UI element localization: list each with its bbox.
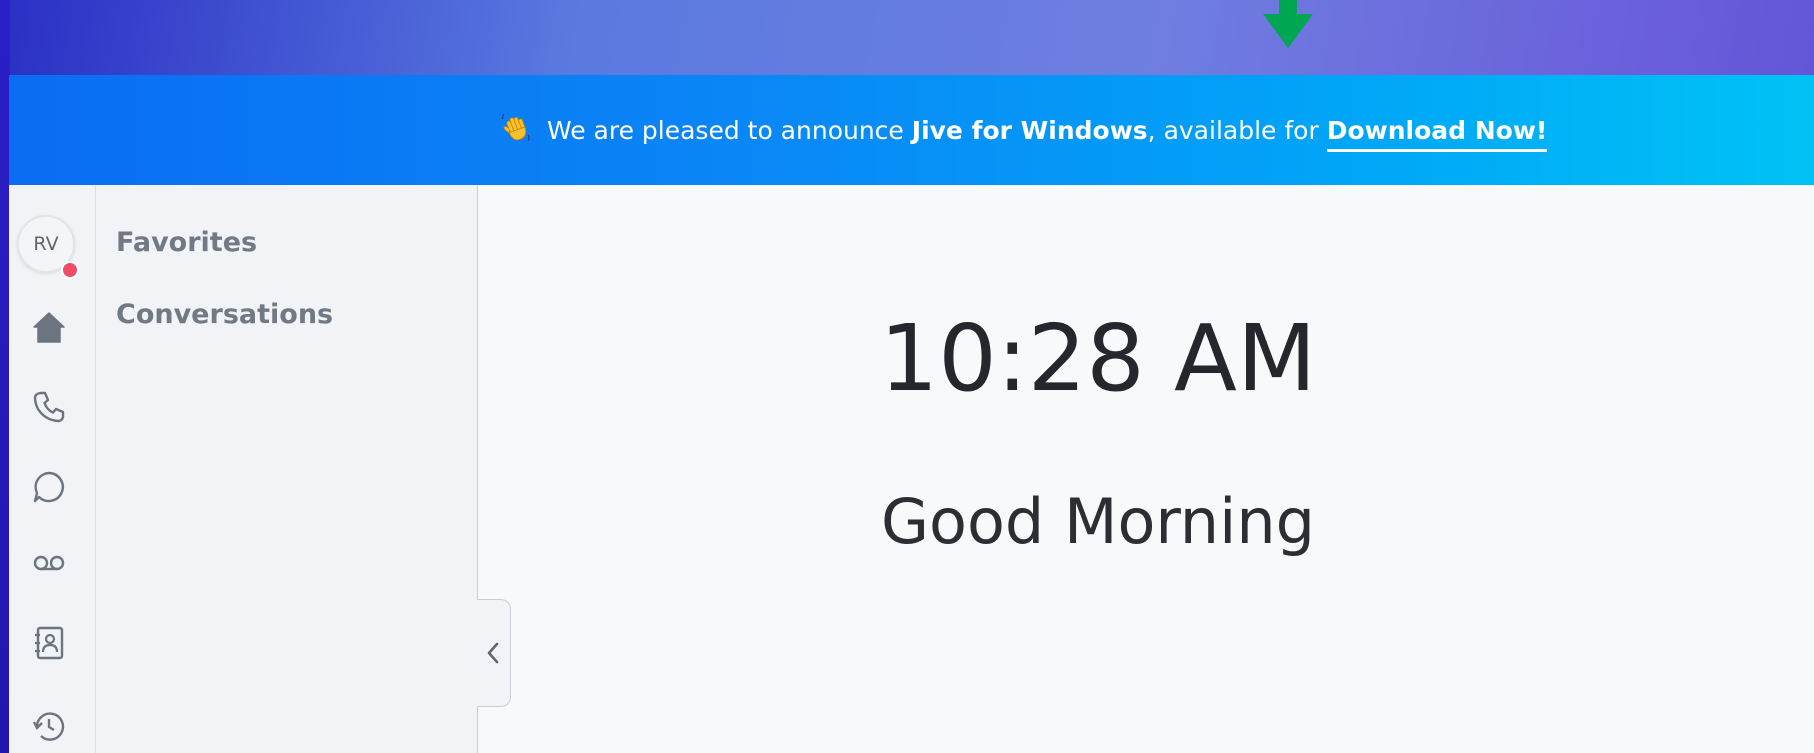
home-icon[interactable]: [31, 309, 67, 345]
panel-item-conversations[interactable]: Conversations: [116, 299, 333, 330]
product-name: Jive for Windows: [911, 116, 1148, 145]
jive-app-window: We are pleased to announce Jive for Wind…: [9, 75, 1814, 753]
clock-time: 10:28 AM: [879, 305, 1317, 412]
chevron-left-icon: [487, 642, 499, 664]
side-panel: Favorites Conversations: [96, 185, 478, 753]
desktop-background: We are pleased to announce Jive for Wind…: [0, 0, 1814, 753]
annotation-arrow-icon: [1263, 0, 1313, 48]
contacts-icon[interactable]: [31, 625, 67, 661]
download-now-link[interactable]: Download Now!: [1326, 116, 1548, 152]
waving-hand-icon: [501, 113, 533, 152]
collapse-panel-button[interactable]: [477, 599, 511, 707]
announcement-text: We are pleased to announce Jive for Wind…: [501, 113, 1548, 152]
panel-item-favorites[interactable]: Favorites: [116, 227, 257, 258]
main-content: 10:28 AM Good Morning: [478, 185, 1814, 753]
chat-icon[interactable]: [31, 469, 67, 505]
presence-status-dot: [61, 261, 79, 279]
announcement-middle: , available for: [1147, 116, 1327, 145]
voicemail-icon[interactable]: [31, 545, 67, 581]
annotation-arrow-head: [1263, 14, 1313, 48]
announcement-prefix: We are pleased to announce: [539, 116, 912, 145]
announcement-banner: We are pleased to announce Jive for Wind…: [9, 75, 1814, 185]
history-icon[interactable]: [31, 709, 67, 745]
navigation-rail: RV: [9, 185, 96, 753]
phone-icon[interactable]: [31, 389, 67, 425]
greeting-text: Good Morning: [881, 485, 1315, 558]
